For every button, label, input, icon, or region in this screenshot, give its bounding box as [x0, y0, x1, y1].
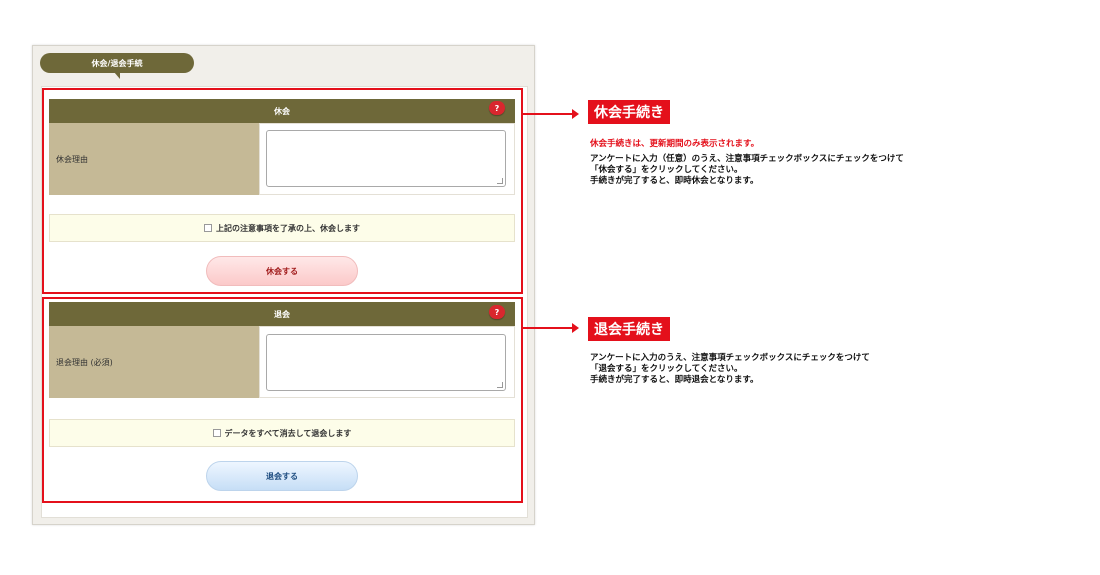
withdraw-reason-textarea[interactable]	[266, 334, 506, 391]
withdraw-section-header: 退会	[49, 302, 515, 326]
panel-title: 休会/退会手続	[40, 53, 194, 79]
suspend-callout-arrow	[523, 109, 579, 119]
suspend-callout-title: 休会手続き	[588, 100, 670, 124]
withdraw-agreement-text: データをすべて消去して退会します	[224, 428, 352, 438]
suspend-header-label: 休会	[274, 106, 290, 116]
suspend-agreement-text: 上記の注意事項を了承の上、休会します	[216, 223, 360, 233]
withdraw-header-label: 退会	[274, 309, 290, 319]
withdraw-callout-body: アンケートに入力のうえ、注意事項チェックボックスにチェックをつけて 「退会する」…	[590, 353, 870, 385]
withdraw-reason-label: 退会理由 (必須)	[49, 326, 259, 398]
suspend-callout-body: アンケートに入力（任意）のうえ、注意事項チェックボックスにチェックをつけて 「休…	[590, 154, 904, 186]
suspend-button[interactable]: 休会する	[206, 256, 358, 286]
withdraw-button[interactable]: 退会する	[206, 461, 358, 491]
suspend-agree-checkbox[interactable]	[204, 224, 212, 232]
suspend-agreement-row: 上記の注意事項を了承の上、休会します	[49, 214, 515, 242]
withdraw-callout-arrow	[523, 323, 579, 333]
withdraw-help-icon[interactable]: ?	[489, 305, 505, 319]
withdraw-callout-title: 退会手続き	[588, 317, 670, 341]
suspend-callout-warning: 休会手続きは、更新期間のみ表示されます。	[590, 139, 760, 149]
suspend-reason-textarea[interactable]	[266, 130, 506, 187]
suspend-section-header: 休会	[49, 99, 515, 123]
suspend-reason-label: 休会理由	[49, 123, 259, 195]
withdraw-agreement-row: データをすべて消去して退会します	[49, 419, 515, 447]
withdraw-agree-checkbox[interactable]	[212, 429, 221, 437]
suspend-help-icon[interactable]: ?	[489, 101, 505, 115]
